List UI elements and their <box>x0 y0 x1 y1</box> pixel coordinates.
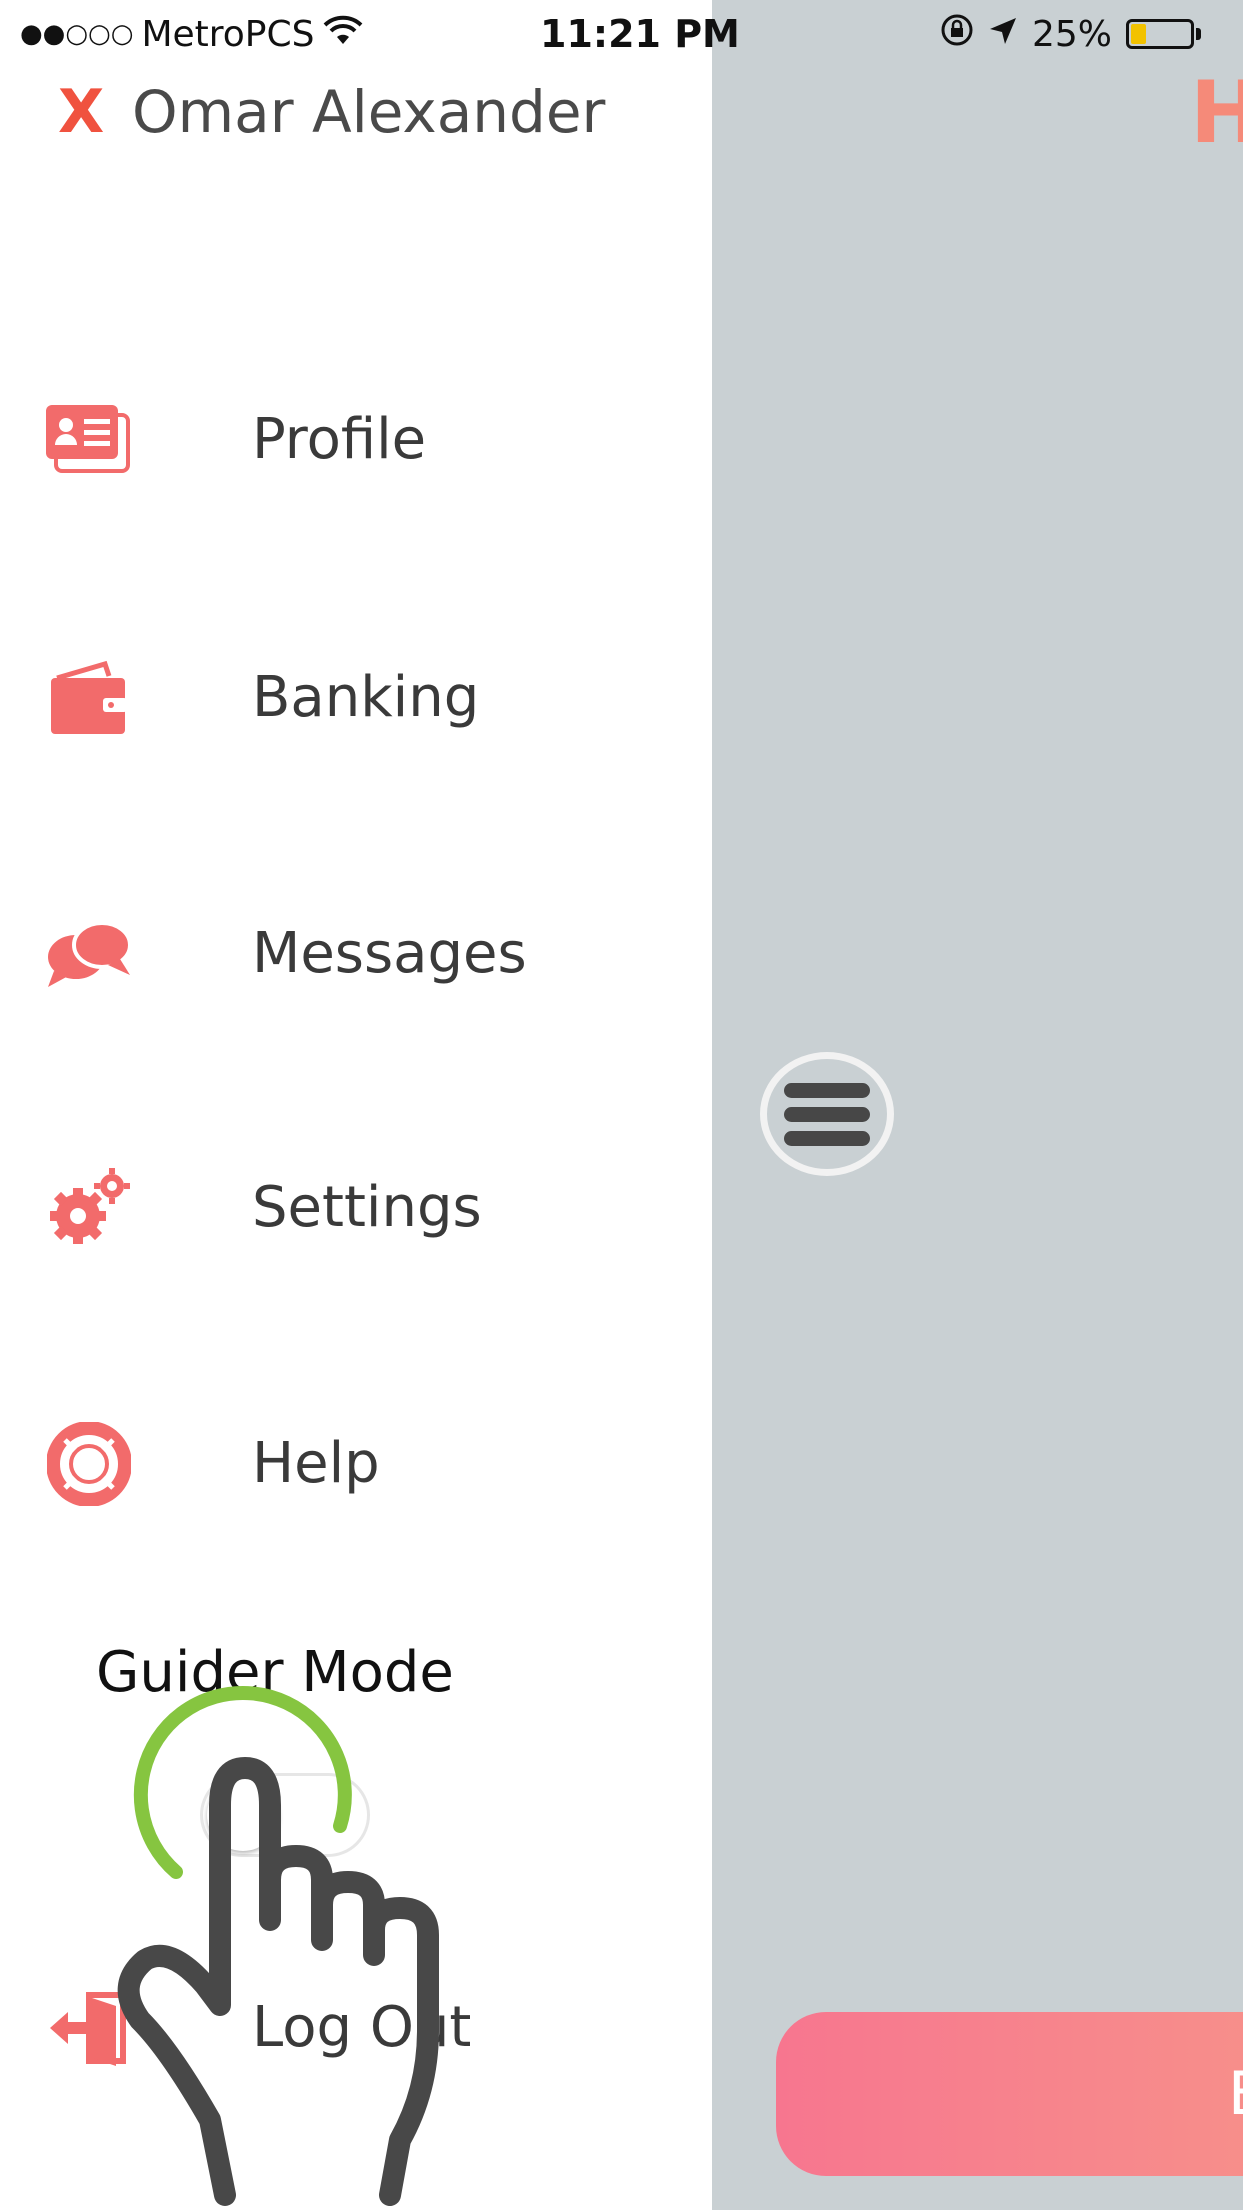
menu-item-profile[interactable]: Profile <box>40 390 680 490</box>
menu-item-messages[interactable]: Messages <box>40 904 680 1004</box>
guider-mode-toggle[interactable] <box>200 1773 370 1857</box>
profile-card-icon <box>44 395 134 485</box>
guider-mode-label: Guider Mode <box>96 1640 454 1705</box>
menu-item-logout[interactable]: Log Out <box>40 1978 680 2078</box>
user-name: Omar Alexander <box>132 78 606 146</box>
menu-label-settings: Settings <box>252 1175 482 1240</box>
menu-label-logout: Log Out <box>252 1995 472 2060</box>
signal-strength-icon: ●●○○○ <box>20 19 134 49</box>
close-drawer-button[interactable]: X <box>58 80 104 144</box>
chat-bubbles-icon <box>44 909 134 999</box>
status-time: 11:21 PM <box>540 12 740 56</box>
hamburger-menu-button[interactable] <box>760 1052 894 1176</box>
side-drawer: X Omar Alexander Profile Banking Message… <box>0 0 712 2210</box>
toggle-knob <box>207 1779 279 1851</box>
lifebuoy-icon <box>44 1419 134 1509</box>
menu-item-banking[interactable]: Banking <box>40 648 680 748</box>
menu-label-help: Help <box>252 1431 380 1496</box>
gears-icon <box>44 1163 134 1253</box>
location-arrow-icon <box>988 14 1018 55</box>
rotation-lock-icon <box>940 13 974 56</box>
menu-item-help[interactable]: Help <box>40 1414 680 1514</box>
hamburger-bar <box>784 1106 870 1122</box>
bottom-action-button[interactable]: E <box>776 2012 1243 2176</box>
wallet-icon <box>44 653 134 743</box>
status-bar-left: ●●○○○ MetroPCS <box>20 10 363 58</box>
menu-label-banking: Banking <box>252 665 480 730</box>
status-bar-right: 25% <box>940 10 1202 58</box>
bottom-action-label: E <box>1228 2059 1243 2129</box>
main-content-panel: H E <box>712 0 1243 2210</box>
menu-label-profile: Profile <box>252 407 427 472</box>
carrier-name: MetroPCS <box>141 13 315 55</box>
wifi-icon <box>323 14 363 55</box>
menu-item-settings[interactable]: Settings <box>40 1158 680 1258</box>
main-title-partial: H <box>1190 63 1243 163</box>
hamburger-bar <box>784 1082 870 1098</box>
hamburger-bar <box>784 1130 870 1146</box>
battery-icon <box>1126 19 1202 49</box>
menu-label-messages: Messages <box>252 921 527 986</box>
battery-percent: 25% <box>1032 13 1113 55</box>
logout-door-icon <box>44 1983 134 2073</box>
